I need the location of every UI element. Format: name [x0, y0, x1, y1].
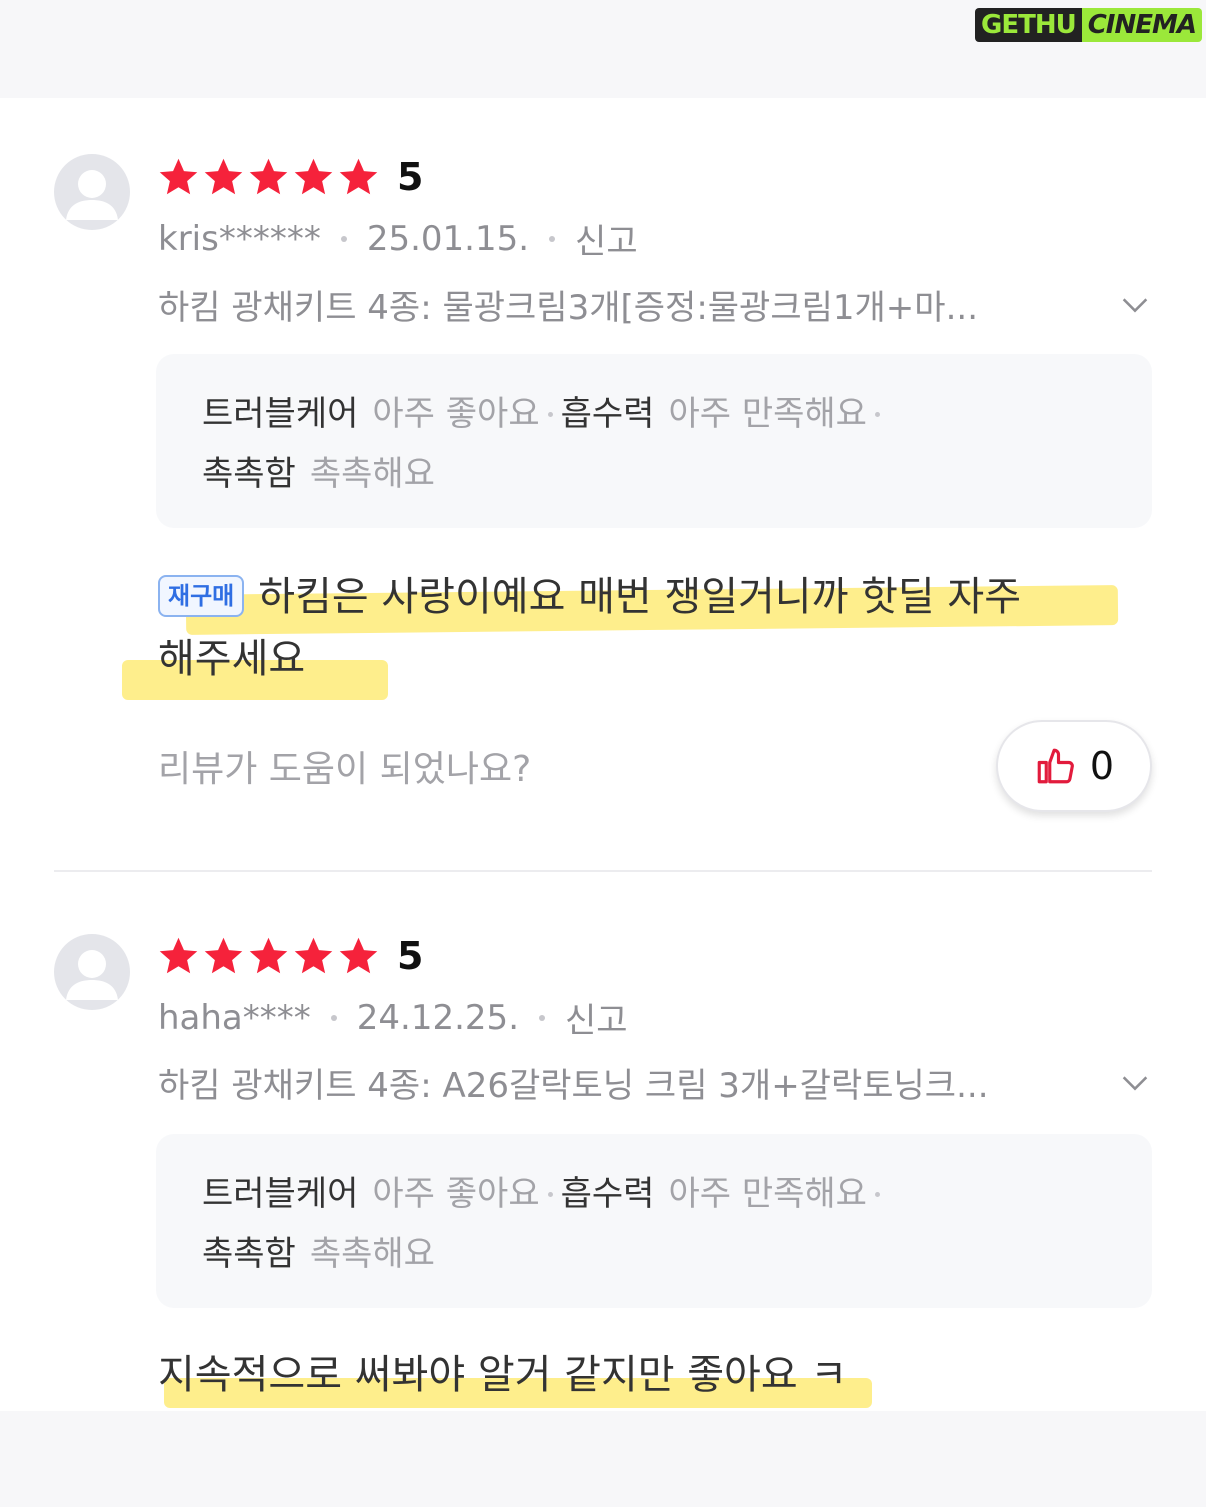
report-link[interactable]: 신고 [565, 993, 628, 1042]
attribute-value: 아주 만족해요 [668, 394, 867, 434]
attribute-line: 트러블케어 아주 좋아요 흡수력 아주 만족해요 [202, 1164, 1106, 1224]
helpful-question: 리뷰가 도움이 되었나요? [158, 749, 532, 790]
star-rating [156, 934, 381, 979]
attribute-value: 아주 만족해요 [668, 1174, 867, 1214]
star-icon [339, 158, 378, 194]
reviewer-id: kris****** [158, 218, 321, 259]
chevron-down-icon[interactable] [1118, 1066, 1152, 1100]
rebuy-badge: 재구매 [158, 575, 245, 617]
review-meta: haha**** 24.12.25. 신고 [158, 993, 628, 1042]
attribute-line: 촉촉함 촉촉해요 [202, 444, 1106, 504]
review-date: 24.12.25. [356, 997, 519, 1038]
like-button[interactable]: 0 [996, 720, 1152, 812]
rating-score: 5 [397, 155, 424, 199]
separator-dot [340, 235, 347, 242]
purchased-option[interactable]: 하킴 광채키트 4종: A26갈락토닝 크림 3개+갈락토닝크... [158, 1058, 1152, 1107]
report-link[interactable]: 신고 [575, 214, 638, 263]
star-icon [294, 158, 333, 194]
review-list: 5 kris****** 25.01.15. 신고 하킴 광채키트 4종: 물광… [0, 98, 1206, 1411]
star-icon [294, 937, 333, 973]
star-rating [156, 155, 381, 200]
avatar [54, 154, 130, 230]
like-count: 0 [1089, 744, 1115, 788]
review-text: 하킴은 사랑이예요 매번 쟁일거니까 핫딜 자주 [258, 574, 1022, 620]
attribute-key: 촉촉함 [202, 454, 296, 494]
review-body-line: 재구매 하킴은 사랑이예요 매번 쟁일거니까 핫딜 자주 [158, 566, 1118, 628]
attribute-value: 아주 좋아요 [372, 394, 540, 434]
purchased-option[interactable]: 하킴 광채키트 4종: 물광크림3개[증정:물광크림1개+마... [158, 280, 1152, 329]
review-body: 재구매 하킴은 사랑이예요 매번 쟁일거니까 핫딜 자주 해주세요 [158, 566, 1118, 690]
star-icon [159, 158, 198, 194]
star-icon [249, 937, 288, 973]
star-icon [249, 158, 288, 194]
user-avatar-icon [66, 170, 118, 220]
helpful-row: 리뷰가 도움이 되었나요? 0 [158, 720, 1152, 812]
divider [54, 870, 1152, 872]
rating-score: 5 [397, 934, 424, 978]
user-avatar-icon [66, 950, 118, 1000]
attribute-line: 트러블케어 아주 좋아요 흡수력 아주 만족해요 [202, 384, 1106, 444]
thumbs-up-icon [1037, 748, 1074, 784]
attribute-line: 촉촉함 촉촉해요 [202, 1224, 1106, 1284]
attribute-summary: 트러블케어 아주 좋아요 흡수력 아주 만족해요 촉촉함 촉촉해요 [156, 354, 1152, 528]
option-text: 하킴 광채키트 4종: A26갈락토닝 크림 3개+갈락토닝크... [158, 1066, 989, 1106]
separator-dot [539, 1014, 545, 1021]
review-text: 지속적으로 써봐야 알거 같지만 좋아요 ㅋ [158, 1352, 848, 1398]
separator-dot [330, 1014, 337, 1021]
avatar [54, 934, 130, 1010]
separator-dot [547, 1191, 553, 1197]
watermark-logo: GETHU CINEMA [975, 4, 1202, 46]
attribute-key: 흡수력 [560, 1174, 655, 1214]
review-meta: kris****** 25.01.15. 신고 [158, 214, 638, 263]
bottom-band [0, 1411, 1206, 1507]
separator-dot [874, 1191, 880, 1197]
reviewer-id: haha**** [158, 997, 311, 1038]
attribute-value: 아주 좋아요 [372, 1174, 540, 1214]
review-body: 지속적으로 써봐야 알거 같지만 좋아요 ㅋ [158, 1344, 1118, 1406]
rating-row: 5 [156, 153, 423, 201]
attribute-key: 트러블케어 [202, 1174, 359, 1214]
separator-dot [547, 411, 553, 417]
page: GETHU CINEMA 5 kris****** 25.01.15. 신고 하… [0, 0, 1206, 1507]
review-date: 25.01.15. [366, 218, 530, 259]
option-text: 하킴 광채키트 4종: 물광크림3개[증정:물광크림1개+마... [158, 288, 979, 328]
star-icon [204, 158, 243, 194]
attribute-summary: 트러블케어 아주 좋아요 흡수력 아주 만족해요 촉촉함 촉촉해요 [156, 1134, 1152, 1308]
attribute-key: 촉촉함 [202, 1234, 296, 1274]
star-icon [339, 937, 378, 973]
review-text: 해주세요 [158, 636, 306, 682]
separator-dot [549, 235, 556, 242]
attribute-value: 촉촉해요 [309, 454, 435, 494]
separator-dot [874, 411, 880, 417]
attribute-key: 흡수력 [560, 394, 655, 434]
attribute-value: 촉촉해요 [309, 1234, 435, 1274]
watermark-right: CINEMA [1081, 8, 1202, 42]
star-icon [159, 937, 198, 973]
star-icon [204, 937, 243, 973]
watermark-left: GETHU [975, 8, 1082, 42]
attribute-key: 트러블케어 [202, 394, 359, 434]
rating-row: 5 [156, 932, 423, 980]
chevron-down-icon[interactable] [1118, 288, 1152, 322]
